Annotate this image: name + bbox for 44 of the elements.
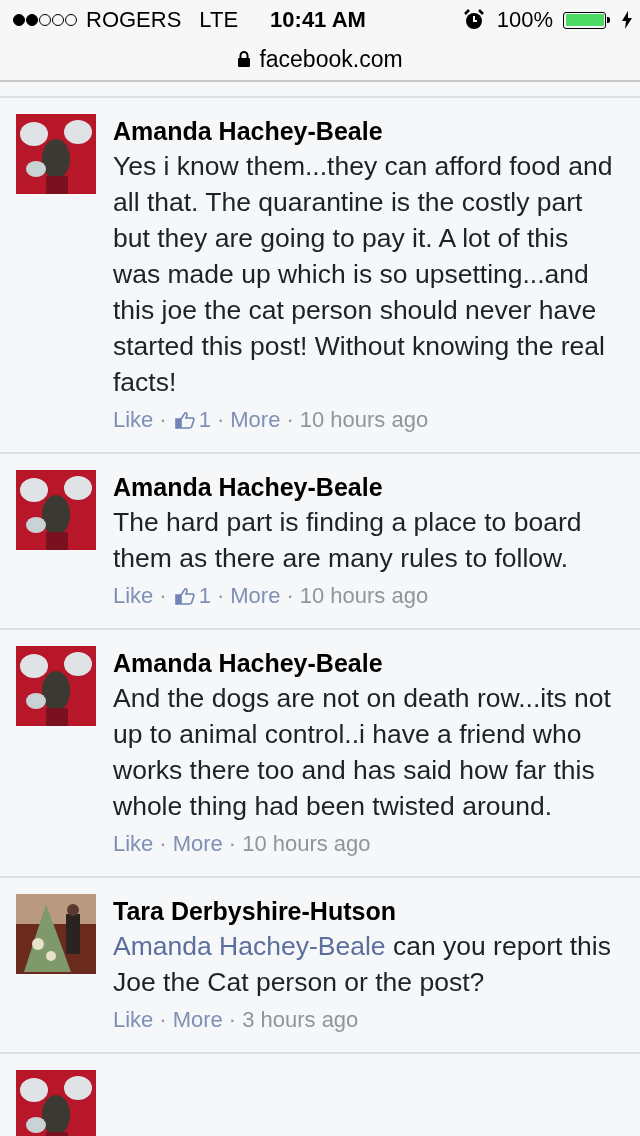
like-count[interactable]: 1 [198,578,211,614]
like-link[interactable]: Like [113,402,154,438]
thumbs-up-icon [174,587,195,605]
like-link[interactable]: Like [113,1002,154,1038]
author-name[interactable]: Tara Derbyshire-Hutson [113,894,624,928]
thumbs-up-icon [174,411,195,429]
comment-time: 3 hours ago [242,1006,359,1034]
comment-time: 10 hours ago [299,582,429,610]
lock-icon [237,51,252,67]
signal-icon [12,13,78,27]
more-link[interactable]: More [230,402,281,438]
alarm-icon [462,9,485,31]
charging-icon [622,11,632,29]
comment-text: And the dogs are not on death row...its not up to animal control..i have a friend who works there too and has said how far this whole thing had been twisted around. [113,682,612,823]
separator-dot: · [159,582,167,610]
comment-time: 10 hours ago [299,406,429,434]
author-name[interactable]: Amanda Hachey-Beale [113,470,624,504]
author-name[interactable]: Amanda Hachey-Beale [113,646,624,680]
comment-text: Yes i know them...they can afford food and all that. The quarantine is the costly part but they are going to pay it. A lot of this was made up which is so upsetting...and this joe the cat person should never have started this post! Without knowing the real facts! [113,150,614,399]
mention-link[interactable]: Amanda Hachey-Beale [113,931,386,961]
comment-time: 10 hours ago [242,830,371,858]
separator-dot: · [228,830,237,858]
like-link[interactable]: Like [113,578,154,614]
network-type: LTE [199,7,239,33]
separator-dot: · [216,582,225,610]
battery-percent: 100% [496,7,553,33]
comment-text: Amanda Hachey-Beale can you report this Joe the Cat person or the post? [113,930,612,999]
carrier-name: ROGERS [86,7,182,33]
more-link[interactable]: More [172,826,223,862]
separator-dot: · [286,406,294,434]
like-link[interactable]: Like [113,826,154,862]
separator-dot: · [228,1006,237,1034]
url-text[interactable]: facebook.com [259,45,403,73]
clock-time: 10:41 AM [270,7,366,33]
separator-dot: · [286,582,294,610]
separator-dot: · [159,1006,167,1034]
comment-text: The hard part is finding a place to board them as there are many rules to follow. [113,506,583,575]
like-count[interactable]: 1 [198,402,211,438]
author-name[interactable]: Amanda Hachey-Beale [113,114,624,148]
separator-dot: · [159,406,167,434]
more-link[interactable]: More [230,578,281,614]
separator-dot: · [216,406,225,434]
more-link[interactable]: More [172,1002,223,1038]
separator-dot: · [159,830,167,858]
